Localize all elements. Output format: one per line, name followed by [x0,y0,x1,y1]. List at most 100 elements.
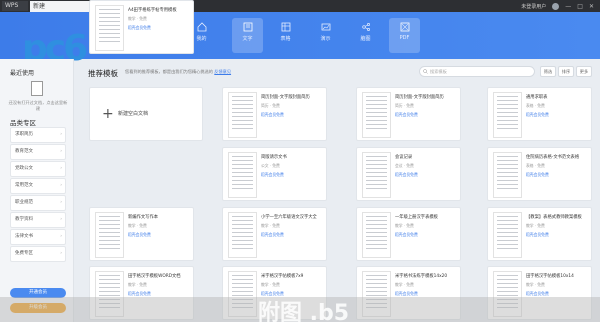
template-meta: 表格 · 免费 [526,103,545,108]
page-title: 推荐模板 [88,69,118,78]
recommend-hint: 您看到的推荐模板，都是由我们为您精心挑选的 反馈意见 [125,69,232,74]
template-title: 新编作文写作本 [128,215,159,220]
template-thumbnail [362,212,391,258]
template-meta: 简历 · 免费 [261,103,280,108]
template-meta: 简历 · 免费 [395,103,414,108]
mindmap-icon [361,23,370,31]
template-title: 米字格书法练字模板14x20 [395,274,448,279]
template-card[interactable]: 简历封面-文字版封面简历 简历 · 免费 稻壳会员免费 [356,87,461,141]
nav-label: 表格 [280,36,291,42]
template-price: 稻壳会员免费 [128,25,151,30]
nav-table[interactable]: 表格 [270,18,301,53]
search-input[interactable]: 搜索模板 [419,66,535,77]
template-thumbnail [493,212,522,258]
category-item[interactable]: 求职简历 › [10,127,66,143]
category-item[interactable]: 教育范文 › [10,144,66,160]
tab-label: 新建 [33,3,46,10]
template-thumbnail [228,212,257,258]
template-card[interactable]: A4田字格练字帖专用模板 教学 · 免费 稻壳会员免费 [89,0,194,54]
user-name[interactable]: 未登录用户 [521,3,546,10]
template-card[interactable]: 通用求职表表格 · 免费 稻壳会员免费 [487,87,592,141]
template-meta: 教学 · 免费 [261,223,280,228]
more-button[interactable]: 更多 [576,66,592,77]
template-thumbnail [362,152,391,198]
category-item[interactable]: 教学资料 › [10,212,66,228]
template-card[interactable]: 简历封面-文字版封面简历 简历 · 免费 稻壳会员免费 [222,87,327,141]
minimize-icon[interactable]: — [565,3,571,10]
close-icon[interactable]: ✕ [589,3,594,10]
category-list: 求职简历 › 教育范文 › 党政公文 › 常用范文 › 职业规范 › 教学资料 › 法律文书… [10,127,66,263]
template-card[interactable]: 会议记录 会议 · 免费 稻壳会员免费 [356,147,461,201]
recent-heading: 最近使用 [10,70,35,77]
watermark-band: 附图 .b5 [0,297,600,322]
template-thumbnail [95,212,124,258]
template-card[interactable]: 简版请示文书 公文 · 免费 稻壳会员免费 [222,147,327,201]
template-price: 稻壳会员免费 [526,232,549,237]
template-thumbnail [95,5,124,51]
nav-doc[interactable]: 文字 [232,18,263,53]
template-thumbnail [362,92,391,138]
chevron-right-icon: › [60,183,62,188]
template-price: 稻壳会员免费 [261,112,284,117]
recent-hint: 还没有打开过文档，点击这里新建 [8,100,68,111]
template-card[interactable]: 新编作文写作本 教学 · 免费 稻壳会员免费 [89,207,194,261]
nav-label: 演示 [320,36,331,42]
category-heading: 品类专区 [10,119,36,127]
slides-icon [321,23,330,31]
nav-slides[interactable]: 演示 [310,18,341,53]
category-item[interactable]: 免费专区 › [10,246,66,262]
category-item[interactable]: 常用范文 › [10,178,66,194]
template-meta: 会议 · 免费 [395,163,414,168]
template-title: 简历封面-文字版封面简历 [395,95,444,100]
template-title: 通用求职表 [526,95,548,100]
template-price: 稻壳会员免费 [395,172,418,177]
template-title: 小学一至六年级语文汉字大全 [261,215,317,220]
search-icon [423,69,428,74]
template-card[interactable]: 【教案】表格式教师教案模板 教学 · 免费 稻壳会员免费 [487,207,592,261]
plus-icon: + [102,106,114,122]
template-price: 稻壳会员免费 [526,172,549,177]
category-item[interactable]: 职业规范 › [10,195,66,211]
avatar[interactable] [552,2,560,10]
template-card[interactable]: 小学一至六年级语文汉字大全 教学 · 免费 稻壳会员免费 [222,207,327,261]
template-price: 稻壳会员免费 [261,172,284,177]
template-title: 田字格汉字模板WORD文档 [128,274,181,279]
nav-mindmap[interactable]: 脑图 [350,18,381,53]
chevron-right-icon: › [60,234,62,239]
watermark-text: 附图 .b5 [258,301,350,322]
template-card[interactable]: 一年级上册汉字表模板 教学 · 免费 稻壳会员免费 [356,207,461,261]
chevron-right-icon: › [60,200,62,205]
sort-button[interactable]: 排序 [558,66,574,77]
chevron-right-icon: › [60,132,62,137]
chevron-right-icon: › [60,149,62,154]
feedback-link[interactable]: 反馈意见 [214,69,231,74]
template-meta: 教学 · 免费 [395,282,414,287]
template-meta: 教学 · 免费 [128,16,147,21]
chevron-right-icon: › [60,166,62,171]
template-title: 一年级上册汉字表模板 [395,215,438,220]
app-badge[interactable]: WPS [2,1,28,11]
template-price: 稻壳会员免费 [395,112,418,117]
left-sidebar: 最近使用 还没有打开过文档，点击这里新建 品类专区 求职简历 › 教育范文 › 党政… [0,59,74,322]
chevron-right-icon: › [60,217,62,222]
template-title: 住院病历表格-文书范文表格 [526,155,580,160]
template-title: A4田字格练字帖专用模板 [128,8,177,13]
new-blank-doc-card[interactable]: + 新建空白文档 [89,87,203,141]
pdf-icon [400,22,409,32]
template-title: 米字格汉字帖模板7x9 [261,274,304,279]
template-card[interactable]: 住院病历表格-文书范文表格 表格 · 免费 稻壳会员免费 [487,147,592,201]
category-item[interactable]: 党政公文 › [10,161,66,177]
new-doc-label: 新建空白文档 [118,111,149,117]
filter-button[interactable]: 筛选 [540,66,556,77]
template-title: 田字格汉字帖模板10x14 [526,274,574,279]
nav-pdf[interactable]: PDF [389,18,420,53]
category-item[interactable]: 法律文书 › [10,229,66,245]
nav-label: PDF [399,35,410,41]
template-meta: 表格 · 免费 [526,163,545,168]
template-price: 稻壳会员免费 [526,112,549,117]
doc-icon [243,22,252,32]
template-meta: 教学 · 免费 [526,282,545,287]
template-price: 稻壳会员免费 [395,232,418,237]
maximize-icon[interactable]: □ [577,3,583,10]
blank-doc-icon[interactable] [31,81,43,96]
